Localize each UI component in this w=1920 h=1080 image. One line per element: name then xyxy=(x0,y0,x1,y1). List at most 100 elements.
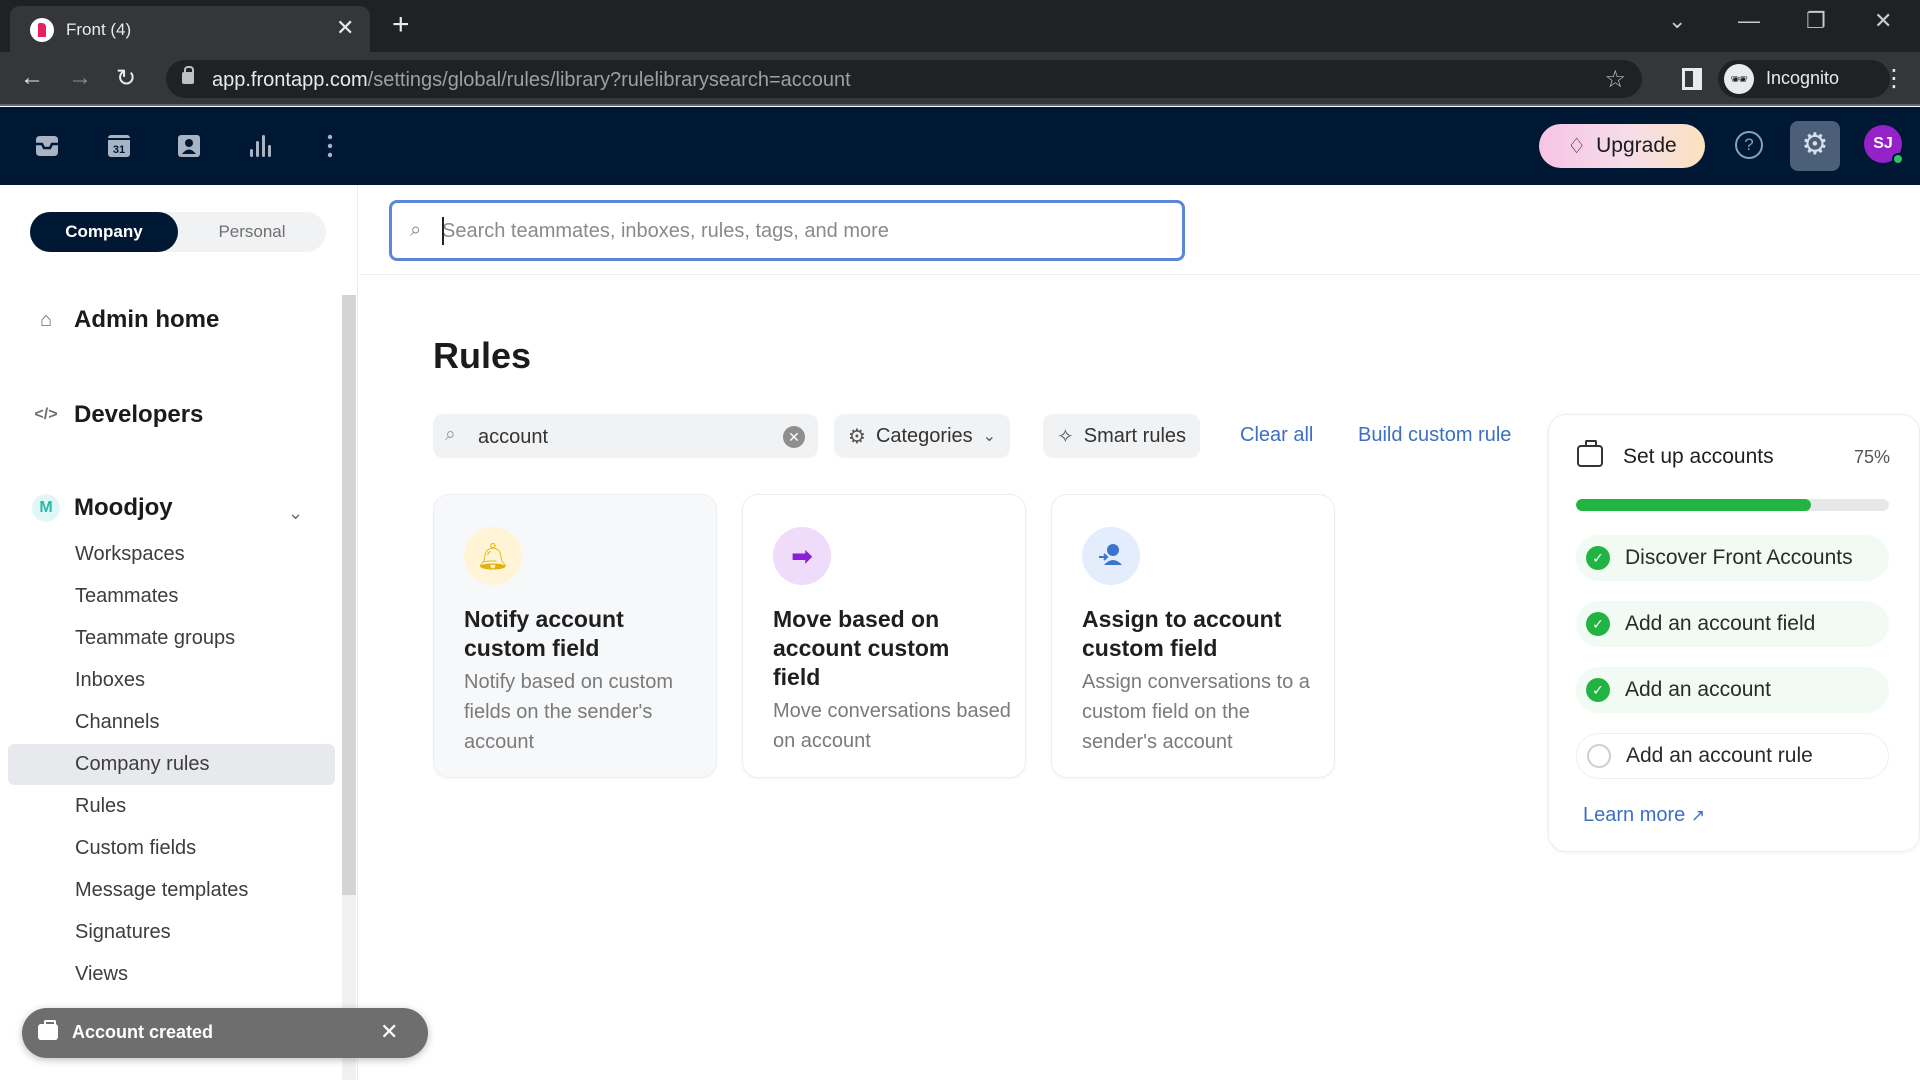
toggle-company[interactable]: Company xyxy=(30,212,178,252)
clear-search-icon[interactable]: ✕ xyxy=(783,426,805,448)
rule-search-field[interactable]: ⌕ account ✕ xyxy=(433,414,818,458)
card-title: Move based on account custom field xyxy=(773,606,950,690)
setup-step-add-field[interactable]: ✓ Add an account field xyxy=(1576,601,1889,647)
briefcase-icon xyxy=(38,1020,58,1040)
browser-tabbar: Front (4) ✕ + ⌄ — ❐ ✕ xyxy=(0,0,1920,52)
browser-toolbar: ← → ↻ app.frontapp.com/settings/global/r… xyxy=(0,52,1920,106)
bell-icon: 🔔︎ xyxy=(464,527,522,585)
sidebar-item-rules[interactable]: Rules xyxy=(8,786,335,827)
browser-tab[interactable]: Front (4) ✕ xyxy=(10,6,370,52)
toast-close-icon[interactable]: ✕ xyxy=(380,1019,398,1045)
sidebar-item-teammate-groups[interactable]: Teammate groups xyxy=(8,618,335,659)
url-text[interactable]: app.frontapp.com/settings/global/rules/l… xyxy=(212,69,851,92)
upgrade-button[interactable]: ♢ Upgrade xyxy=(1539,124,1705,168)
sidebar-item-admin-home[interactable]: ⌂ Admin home xyxy=(32,306,219,334)
briefcase-icon xyxy=(1577,440,1603,467)
setup-progress-bar xyxy=(1576,499,1889,511)
categories-dropdown[interactable]: ⚙ Categories ⌄ xyxy=(834,414,1011,458)
toggle-personal[interactable]: Personal xyxy=(178,212,326,252)
clear-all-link[interactable]: Clear all xyxy=(1240,424,1313,447)
setup-progress-fill xyxy=(1576,499,1811,511)
rule-card-notify[interactable]: 🔔︎ Notify account custom field Notify ba… xyxy=(433,494,717,778)
search-icon: ⌕ xyxy=(410,219,422,241)
close-window-icon[interactable]: ✕ xyxy=(1874,8,1892,34)
smart-rules-button[interactable]: ✧ Smart rules xyxy=(1043,414,1201,458)
front-logo-icon xyxy=(30,18,54,42)
setup-step-add-account[interactable]: ✓ Add an account xyxy=(1576,667,1889,713)
toast-text: Account created xyxy=(72,1022,214,1042)
rule-search-value[interactable]: account xyxy=(478,426,548,449)
close-tab-icon[interactable]: ✕ xyxy=(336,15,354,41)
text-cursor xyxy=(442,217,444,245)
reload-icon[interactable]: ↻ xyxy=(116,64,136,93)
sidebar-item-inboxes[interactable]: Inboxes xyxy=(8,660,335,701)
rule-card-move[interactable]: ➡ Move based on account custom field Mov… xyxy=(742,494,1026,778)
inbox-icon[interactable] xyxy=(33,132,61,160)
analytics-icon[interactable] xyxy=(246,132,274,160)
rule-card-assign[interactable]: Assign to account custom field Assign co… xyxy=(1051,494,1335,778)
more-icon[interactable] xyxy=(316,132,344,160)
assign-user-icon xyxy=(1082,527,1140,585)
sidebar-item-signatures[interactable]: Signatures xyxy=(8,912,335,953)
scope-toggle: Company Personal xyxy=(30,212,326,252)
settings-gear-icon[interactable]: ⚙ xyxy=(1790,121,1840,171)
check-circle-icon: ✓ xyxy=(1586,678,1610,702)
home-icon: ⌂ xyxy=(39,308,53,331)
build-custom-rule-link[interactable]: Build custom rule xyxy=(1358,424,1511,447)
contacts-icon[interactable] xyxy=(175,132,203,160)
page-title: Rules xyxy=(433,335,532,376)
browser-menu-icon[interactable]: ⋮ xyxy=(1882,64,1906,93)
bookmark-star-icon[interactable]: ☆ xyxy=(1604,65,1626,94)
sidebar-item-message-templates[interactable]: Message templates xyxy=(8,870,335,911)
card-title: Assign to account custom field xyxy=(1082,606,1282,661)
sidebar-item-channels[interactable]: Channels xyxy=(8,702,335,743)
toast-notification: Account created ✕ xyxy=(22,1008,428,1058)
address-bar[interactable]: app.frontapp.com/settings/global/rules/l… xyxy=(166,60,1642,98)
setup-title: Set up accounts xyxy=(1623,445,1774,468)
global-search-input[interactable] xyxy=(442,215,1162,247)
svg-text:31: 31 xyxy=(113,144,125,156)
back-icon[interactable]: ← xyxy=(20,64,44,92)
sidebar-item-custom-fields[interactable]: Custom fields xyxy=(8,828,335,869)
check-circle-icon: ✓ xyxy=(1586,546,1610,570)
external-link-icon: ↗ xyxy=(1690,806,1706,825)
sidebar-scrollbar-thumb[interactable] xyxy=(342,295,356,895)
minimize-icon[interactable]: — xyxy=(1738,8,1760,34)
forward-icon[interactable]: → xyxy=(68,64,92,92)
sparkle-icon: ✧ xyxy=(1057,425,1074,448)
sidebar-item-views[interactable]: Views xyxy=(8,954,335,995)
global-search-field[interactable]: ⌕ xyxy=(389,200,1185,261)
new-tab-icon[interactable]: + xyxy=(392,8,410,42)
help-icon[interactable]: ? xyxy=(1735,131,1763,159)
chevron-down-icon: ⌄ xyxy=(982,428,997,445)
card-title: Notify account custom field xyxy=(464,606,624,661)
sidebar-item-workspaces[interactable]: Workspaces xyxy=(8,534,335,575)
restore-icon[interactable]: ❐ xyxy=(1806,8,1826,34)
card-description: Move conversations based on account xyxy=(773,700,1011,752)
workspace-badge: M xyxy=(32,494,60,522)
learn-more-link[interactable]: Learn more ↗ xyxy=(1583,804,1705,827)
avatar[interactable]: SJ xyxy=(1864,125,1904,165)
incognito-profile[interactable]: 🕶 Incognito xyxy=(1718,60,1890,98)
setup-step-discover[interactable]: ✓ Discover Front Accounts xyxy=(1576,535,1889,581)
code-icon: </> xyxy=(34,406,58,423)
gear-icon: ⚙ xyxy=(848,425,866,448)
side-panel-icon[interactable] xyxy=(1682,68,1702,90)
online-status-dot xyxy=(1892,153,1904,165)
search-icon: ⌕ xyxy=(445,424,456,445)
sidebar-item-moodjoy[interactable]: M Moodjoy xyxy=(32,494,173,522)
sidebar-item-developers[interactable]: </> Developers xyxy=(32,401,203,429)
chevron-down-icon[interactable]: ⌄ xyxy=(288,503,303,524)
card-description: Assign conversations to a custom field o… xyxy=(1082,671,1310,753)
setup-step-add-rule[interactable]: Add an account rule xyxy=(1576,733,1889,779)
tab-title: Front (4) xyxy=(66,20,132,39)
tab-search-chevron-icon[interactable]: ⌄ xyxy=(1668,8,1686,34)
sidebar-item-teammates[interactable]: Teammates xyxy=(8,576,335,617)
setup-percent: 75% xyxy=(1854,447,1891,467)
card-description: Notify based on custom fields on the sen… xyxy=(464,671,673,753)
incognito-icon: 🕶 xyxy=(1724,64,1754,94)
global-search-bar: ⌕ xyxy=(359,185,1920,275)
sidebar-item-company-rules[interactable]: Company rules xyxy=(8,744,335,785)
arrow-right-icon: ➡ xyxy=(773,527,831,585)
calendar-icon[interactable]: 31 xyxy=(105,132,133,160)
